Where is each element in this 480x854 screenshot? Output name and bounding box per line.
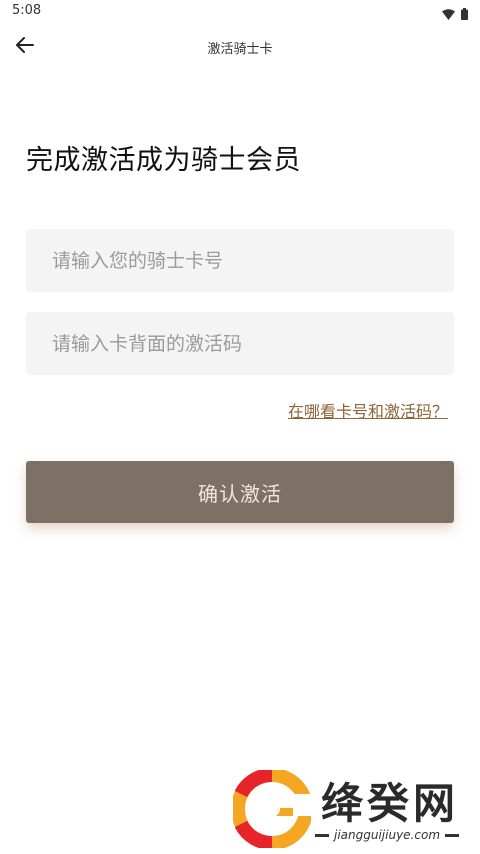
wifi-icon bbox=[442, 5, 455, 24]
status-icons bbox=[442, 5, 468, 24]
help-link[interactable]: 在哪看卡号和激活码？ bbox=[288, 398, 448, 422]
confirm-activate-button[interactable]: 确认激活 bbox=[26, 461, 454, 523]
nav-title: 激活骑士卡 bbox=[207, 42, 273, 57]
activation-code-input[interactable] bbox=[26, 312, 454, 375]
watermark-divider-right bbox=[445, 833, 460, 837]
watermark-subtitle: jiangguijiuye.com bbox=[315, 828, 475, 842]
battery-icon bbox=[461, 5, 468, 24]
watermark-logo-icon bbox=[231, 768, 313, 850]
watermark-divider-left bbox=[315, 833, 329, 837]
status-time: 5:08 bbox=[12, 3, 42, 18]
watermark: 绛癸网 jiangguijiuye.com bbox=[231, 768, 475, 850]
page-heading: 完成激活成为骑士会员 bbox=[26, 145, 301, 176]
card-number-input[interactable] bbox=[26, 229, 454, 292]
activation-code-field bbox=[26, 312, 454, 375]
card-number-field bbox=[26, 229, 454, 292]
confirm-activate-label: 确认激活 bbox=[198, 481, 282, 506]
watermark-title: 绛癸网 bbox=[321, 779, 460, 828]
nav-bar: 激活骑士卡 bbox=[0, 24, 480, 70]
watermark-url: jiangguijiuye.com bbox=[334, 828, 441, 842]
status-bar: 5:08 bbox=[0, 0, 480, 24]
